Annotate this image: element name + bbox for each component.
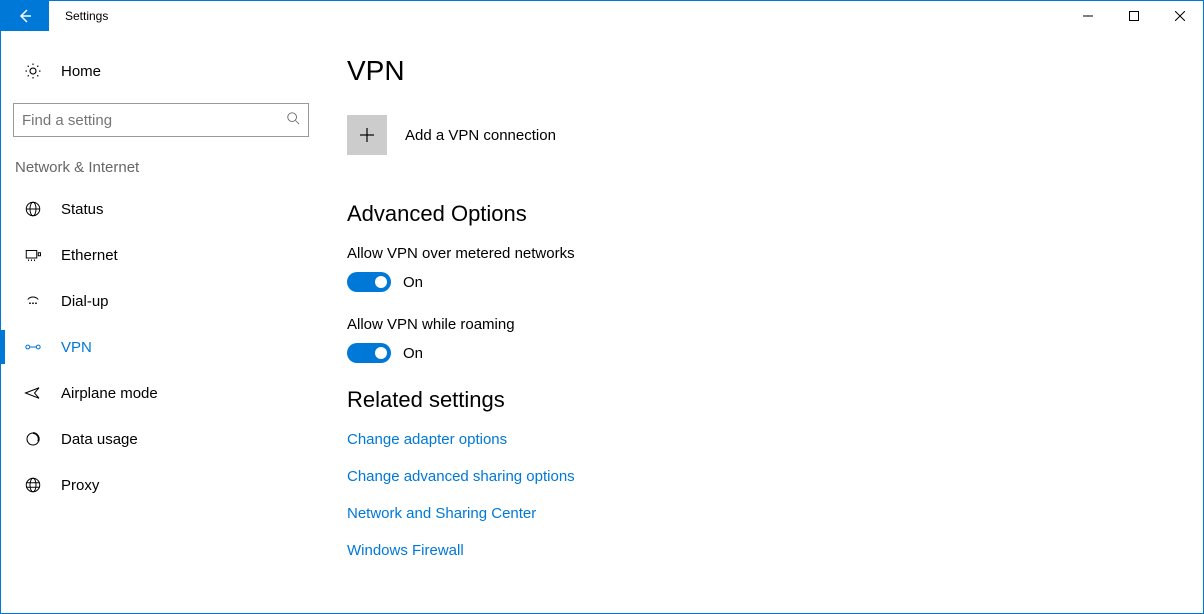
- sidebar-item-label: Status: [61, 201, 104, 218]
- metered-toggle-row: On: [347, 272, 1203, 292]
- search-icon: [286, 111, 300, 130]
- link-windows-firewall[interactable]: Windows Firewall: [347, 542, 1203, 559]
- add-vpn-label: Add a VPN connection: [405, 127, 556, 144]
- sidebar-nav: Status Ethernet Dial-up: [1, 186, 321, 508]
- roaming-toggle[interactable]: [347, 343, 391, 363]
- advanced-heading: Advanced Options: [347, 201, 1203, 227]
- search-input[interactable]: [22, 112, 286, 129]
- sidebar-item-label: VPN: [61, 339, 92, 356]
- sidebar-item-airplane[interactable]: Airplane mode: [1, 370, 321, 416]
- sidebar-item-label: Dial-up: [61, 293, 109, 310]
- window-controls: [1065, 1, 1203, 31]
- sidebar-home[interactable]: Home: [1, 51, 321, 91]
- airplane-icon: [23, 384, 43, 402]
- back-button[interactable]: [1, 1, 49, 31]
- sidebar-category: Network & Internet: [1, 137, 321, 186]
- roaming-toggle-state: On: [403, 345, 423, 362]
- sidebar-item-label: Airplane mode: [61, 385, 158, 402]
- minimize-icon: [1083, 11, 1093, 21]
- sidebar-item-status[interactable]: Status: [1, 186, 321, 232]
- sidebar-item-label: Ethernet: [61, 247, 118, 264]
- sidebar-item-ethernet[interactable]: Ethernet: [1, 232, 321, 278]
- ethernet-icon: [23, 246, 43, 264]
- data-usage-icon: [23, 430, 43, 448]
- add-tile: [347, 115, 387, 155]
- page-title: VPN: [347, 55, 1203, 87]
- related-heading: Related settings: [347, 387, 1203, 413]
- sidebar: Home Network & Internet Status: [1, 31, 321, 613]
- metered-toggle[interactable]: [347, 272, 391, 292]
- content-body: Home Network & Internet Status: [1, 31, 1203, 613]
- dialup-icon: [23, 292, 43, 310]
- metered-toggle-state: On: [403, 274, 423, 291]
- link-advanced-sharing[interactable]: Change advanced sharing options: [347, 468, 1203, 485]
- roaming-label: Allow VPN while roaming: [347, 316, 1203, 333]
- link-change-adapter[interactable]: Change adapter options: [347, 431, 1203, 448]
- close-icon: [1175, 11, 1185, 21]
- add-vpn-row[interactable]: Add a VPN connection: [347, 115, 1203, 155]
- sidebar-item-label: Proxy: [61, 477, 99, 494]
- proxy-icon: [23, 476, 43, 494]
- maximize-button[interactable]: [1111, 1, 1157, 31]
- vpn-icon: [23, 338, 43, 356]
- back-arrow-icon: [17, 8, 33, 24]
- link-network-sharing-center[interactable]: Network and Sharing Center: [347, 505, 1203, 522]
- gear-icon: [23, 62, 43, 80]
- settings-window: Settings Home: [0, 0, 1204, 614]
- window-title: Settings: [49, 1, 108, 31]
- sidebar-item-dialup[interactable]: Dial-up: [1, 278, 321, 324]
- roaming-toggle-row: On: [347, 343, 1203, 363]
- close-button[interactable]: [1157, 1, 1203, 31]
- sidebar-item-label: Data usage: [61, 431, 138, 448]
- search-box[interactable]: [13, 103, 309, 137]
- minimize-button[interactable]: [1065, 1, 1111, 31]
- main-panel: VPN Add a VPN connection Advanced Option…: [321, 31, 1203, 613]
- status-icon: [23, 200, 43, 218]
- titlebar: Settings: [1, 1, 1203, 31]
- metered-label: Allow VPN over metered networks: [347, 245, 1203, 262]
- related-section: Related settings Change adapter options …: [347, 387, 1203, 559]
- plus-icon: [357, 125, 377, 145]
- maximize-icon: [1129, 11, 1139, 21]
- sidebar-home-label: Home: [61, 63, 101, 80]
- sidebar-item-data-usage[interactable]: Data usage: [1, 416, 321, 462]
- sidebar-item-proxy[interactable]: Proxy: [1, 462, 321, 508]
- sidebar-item-vpn[interactable]: VPN: [1, 324, 321, 370]
